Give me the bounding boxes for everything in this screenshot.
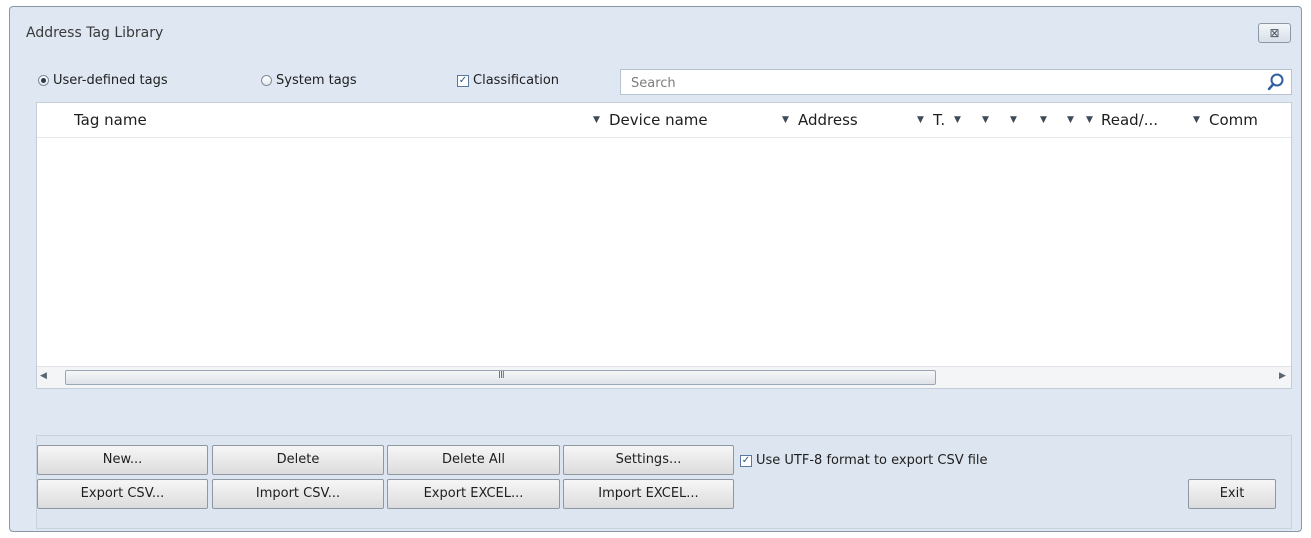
- action-panel: New... Delete Delete All Settings... ✓ U…: [36, 435, 1292, 529]
- classification-checkbox[interactable]: ✓ Classification: [457, 73, 559, 88]
- column-4[interactable]: [969, 103, 979, 137]
- close-icon: ⊠: [1269, 26, 1280, 40]
- import-excel-button[interactable]: Import EXCEL...: [563, 479, 734, 509]
- window-title: Address Tag Library: [26, 25, 164, 41]
- address-tag-library-window: Address Tag Library ⊠ User-defined tags …: [9, 6, 1302, 532]
- column-5-dropdown-icon[interactable]: ▼: [1010, 103, 1017, 137]
- horizontal-scrollbar[interactable]: ◀ III ▶: [37, 366, 1291, 388]
- checkmark-icon: ✓: [457, 74, 469, 87]
- column-7[interactable]: [1055, 103, 1065, 137]
- search-icon[interactable]: [1267, 72, 1285, 92]
- column-8-dropdown-icon[interactable]: ▼: [1086, 103, 1093, 137]
- column-6-dropdown-icon[interactable]: ▼: [1040, 103, 1047, 137]
- column-6[interactable]: [1025, 103, 1035, 137]
- tag-name-dropdown-icon[interactable]: ▼: [593, 103, 600, 137]
- column-5[interactable]: [997, 103, 1007, 137]
- device-name-dropdown-icon[interactable]: ▼: [782, 103, 789, 137]
- radio-unselected-icon: [261, 75, 272, 86]
- address-dropdown-icon[interactable]: ▼: [917, 103, 924, 137]
- scrollbar-grip: III: [498, 370, 505, 381]
- system-tags-label: System tags: [276, 73, 357, 88]
- column-type[interactable]: T.: [933, 103, 953, 137]
- type-dropdown-icon[interactable]: ▼: [954, 103, 961, 137]
- close-button[interactable]: ⊠: [1258, 23, 1291, 43]
- scroll-right-icon[interactable]: ▶: [1279, 371, 1286, 381]
- column-read-write[interactable]: Read/...: [1101, 103, 1181, 137]
- utf8-checkbox[interactable]: ✓ Use UTF-8 format to export CSV file: [740, 453, 988, 468]
- import-csv-button[interactable]: Import CSV...: [212, 479, 384, 509]
- column-address[interactable]: Address: [798, 103, 908, 137]
- user-defined-tags-label: User-defined tags: [53, 73, 168, 88]
- search-box: [620, 69, 1292, 95]
- export-csv-button[interactable]: Export CSV...: [37, 479, 208, 509]
- column-device-name[interactable]: Device name: [609, 103, 769, 137]
- radio-selected-icon: [38, 75, 49, 86]
- search-input[interactable]: [629, 73, 1253, 93]
- delete-all-button[interactable]: Delete All: [387, 445, 560, 475]
- checkmark-icon: ✓: [740, 454, 752, 467]
- exit-button[interactable]: Exit: [1188, 479, 1276, 509]
- scrollbar-thumb[interactable]: III: [65, 370, 936, 385]
- delete-button[interactable]: Delete: [212, 445, 384, 475]
- export-excel-button[interactable]: Export EXCEL...: [387, 479, 560, 509]
- column-7-dropdown-icon[interactable]: ▼: [1067, 103, 1074, 137]
- user-defined-tags-radio[interactable]: User-defined tags: [38, 73, 168, 88]
- read-write-dropdown-icon[interactable]: ▼: [1193, 103, 1200, 137]
- column-4-dropdown-icon[interactable]: ▼: [982, 103, 989, 137]
- column-comment[interactable]: Comm: [1209, 103, 1291, 137]
- new-button[interactable]: New...: [37, 445, 208, 475]
- column-tag-name[interactable]: Tag name: [74, 103, 574, 137]
- settings-button[interactable]: Settings...: [563, 445, 734, 475]
- scroll-left-icon[interactable]: ◀: [40, 371, 47, 381]
- system-tags-radio[interactable]: System tags: [261, 73, 357, 88]
- tag-table: Tag name ▼ Device name ▼ Address ▼ T. ▼ …: [36, 102, 1292, 389]
- table-header: Tag name ▼ Device name ▼ Address ▼ T. ▼ …: [37, 103, 1291, 138]
- classification-label: Classification: [473, 73, 560, 88]
- utf8-label: Use UTF-8 format to export CSV file: [756, 453, 988, 468]
